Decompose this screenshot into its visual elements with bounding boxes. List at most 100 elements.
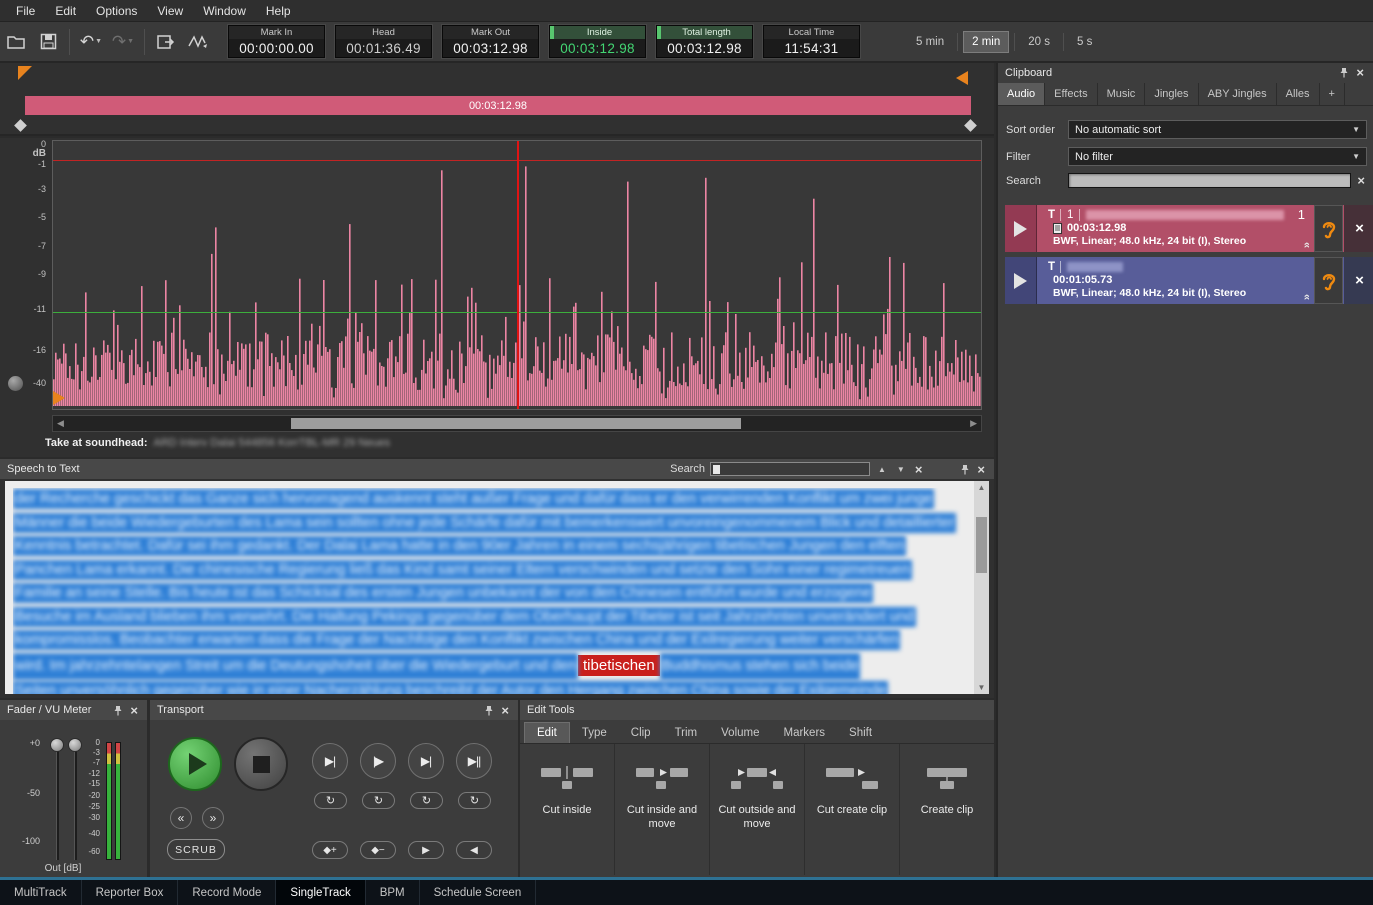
- waveform-display[interactable]: [52, 140, 982, 410]
- mark-in-flag-icon[interactable]: [18, 66, 32, 80]
- search-clear-icon[interactable]: ×: [1355, 174, 1367, 187]
- mark-out-flag-icon[interactable]: [956, 71, 968, 85]
- tab-markers[interactable]: Markers: [772, 723, 838, 743]
- stop-button[interactable]: [234, 737, 288, 791]
- scrollbar-thumb[interactable]: [291, 418, 741, 429]
- tab-shift[interactable]: Shift: [837, 723, 884, 743]
- cut-inside-button[interactable]: Cut inside: [520, 744, 615, 875]
- speech-search-input[interactable]: [710, 462, 870, 476]
- clipboard-search-input[interactable]: [1068, 173, 1351, 188]
- tab-bpm[interactable]: BPM: [366, 880, 420, 905]
- transcript-text-area[interactable]: der Recherche geschickt das Ganze sich h…: [5, 481, 989, 694]
- tab-trim[interactable]: Trim: [663, 723, 710, 743]
- sort-order-select[interactable]: No automatic sort▼: [1068, 120, 1367, 139]
- tab-add[interactable]: +: [1320, 83, 1345, 105]
- loop-button-3[interactable]: ↻: [410, 792, 443, 809]
- tab-record-mode[interactable]: Record Mode: [178, 880, 276, 905]
- create-clip-button[interactable]: Create clip: [900, 744, 994, 875]
- menu-help[interactable]: Help: [256, 1, 301, 21]
- tab-reporter-box[interactable]: Reporter Box: [82, 880, 179, 905]
- scroll-left-icon[interactable]: ◀: [57, 418, 64, 429]
- search-clear-icon[interactable]: ×: [913, 463, 925, 476]
- tab-volume[interactable]: Volume: [709, 723, 771, 743]
- tab-effects[interactable]: Effects: [1045, 83, 1097, 105]
- tab-singletrack[interactable]: SingleTrack: [276, 880, 365, 905]
- scrollbar-thumb[interactable]: [976, 517, 987, 573]
- play-to-mark-button[interactable]: ▶|: [408, 743, 444, 779]
- play-from-cursor-button[interactable]: |▶: [360, 743, 396, 779]
- tab-multitrack[interactable]: MultiTrack: [0, 880, 82, 905]
- pin-icon[interactable]: [960, 464, 970, 475]
- loop-button-2[interactable]: ↻: [362, 792, 395, 809]
- menu-window[interactable]: Window: [193, 1, 256, 21]
- nudge-left-button[interactable]: ◀: [456, 841, 492, 859]
- nudge-right-button[interactable]: ▶: [408, 841, 444, 859]
- transcript-scrollbar[interactable]: ▲ ▼: [974, 481, 989, 694]
- menu-view[interactable]: View: [147, 1, 193, 21]
- waveform-scrollbar[interactable]: ◀ ▶: [52, 415, 982, 432]
- clip-delete-button[interactable]: ×: [1344, 205, 1373, 252]
- play-over-button[interactable]: ▶||: [456, 743, 492, 779]
- tab-jingles[interactable]: Jingles: [1145, 83, 1198, 105]
- tab-alles[interactable]: Alles: [1277, 83, 1320, 105]
- clip-delete-button[interactable]: ×: [1344, 257, 1373, 304]
- range-handle-right[interactable]: [964, 119, 977, 132]
- clip-prelisten-button[interactable]: [1314, 205, 1343, 252]
- menu-options[interactable]: Options: [86, 1, 147, 21]
- fader-track-right[interactable]: [74, 742, 77, 860]
- search-prev-icon[interactable]: ▲: [875, 465, 889, 474]
- tab-edit[interactable]: Edit: [524, 722, 570, 743]
- edit-marker-left-icon[interactable]: [53, 391, 65, 405]
- scroll-up-icon[interactable]: ▲: [974, 483, 989, 492]
- open-button[interactable]: [0, 27, 32, 57]
- close-panel-icon[interactable]: ×: [1354, 66, 1366, 79]
- scroll-right-icon[interactable]: ▶: [970, 418, 977, 429]
- scrub-button[interactable]: SCRUB: [167, 839, 225, 860]
- tab-aby-jingles[interactable]: ABY Jingles: [1199, 83, 1277, 105]
- pin-icon[interactable]: [484, 705, 494, 716]
- clip-play-button[interactable]: [1005, 205, 1037, 252]
- tab-type[interactable]: Type: [570, 723, 619, 743]
- pin-icon[interactable]: [1339, 67, 1349, 78]
- menu-edit[interactable]: Edit: [45, 1, 86, 21]
- close-panel-icon[interactable]: ×: [128, 704, 140, 717]
- clipboard-clip-2[interactable]: T 00:01:05.73 BWF, Linear; 48.0 kHz, 24 …: [1005, 257, 1373, 304]
- collapse-chevrons-icon[interactable]: »: [1301, 294, 1313, 300]
- overview-strip[interactable]: 00:03:12.98: [0, 63, 994, 136]
- clip-prelisten-button[interactable]: [1314, 257, 1343, 304]
- fader-knob-left[interactable]: [50, 738, 64, 752]
- fader-track-left[interactable]: [56, 742, 59, 860]
- cut-create-clip-button[interactable]: Cut create clip: [805, 744, 900, 875]
- zoom-preset-2min[interactable]: 2 min: [963, 31, 1009, 53]
- search-next-icon[interactable]: ▼: [894, 465, 908, 474]
- forward-button[interactable]: »: [202, 807, 224, 829]
- tab-audio[interactable]: Audio: [998, 83, 1045, 105]
- clip-play-button[interactable]: [1005, 257, 1037, 304]
- pin-icon[interactable]: [113, 705, 123, 716]
- zoom-preset-5s[interactable]: 5 s: [1069, 32, 1100, 52]
- range-handle-left[interactable]: [14, 119, 27, 132]
- close-panel-icon[interactable]: ×: [975, 463, 987, 476]
- tab-clip[interactable]: Clip: [619, 723, 663, 743]
- vertical-zoom-knob[interactable]: [8, 376, 23, 391]
- marker-add-button[interactable]: ◆+: [312, 841, 348, 859]
- collapse-chevrons-icon[interactable]: »: [1301, 242, 1313, 248]
- redo-button[interactable]: ↷▼: [107, 27, 139, 57]
- play-button[interactable]: [168, 737, 222, 791]
- fader-knob-right[interactable]: [68, 738, 82, 752]
- marker-delete-button[interactable]: ◆−: [360, 841, 396, 859]
- cut-outside-move-button[interactable]: Cut outside and move: [710, 744, 805, 875]
- loop-button-1[interactable]: ↻: [314, 792, 347, 809]
- zoom-preset-5min[interactable]: 5 min: [908, 32, 952, 52]
- rewind-button[interactable]: «: [170, 807, 192, 829]
- scroll-down-icon[interactable]: ▼: [974, 683, 989, 692]
- zoom-preset-20s[interactable]: 20 s: [1020, 32, 1058, 52]
- edit-marker-button[interactable]: [182, 27, 214, 57]
- tab-music[interactable]: Music: [1098, 83, 1146, 105]
- playhead-cursor[interactable]: [517, 141, 519, 409]
- play-to-cursor-button[interactable]: ▶|: [312, 743, 348, 779]
- save-button[interactable]: [32, 27, 64, 57]
- undo-button[interactable]: ↶▼: [75, 27, 107, 57]
- overview-selection-bar[interactable]: 00:03:12.98: [25, 96, 971, 115]
- transfer-button[interactable]: [150, 27, 182, 57]
